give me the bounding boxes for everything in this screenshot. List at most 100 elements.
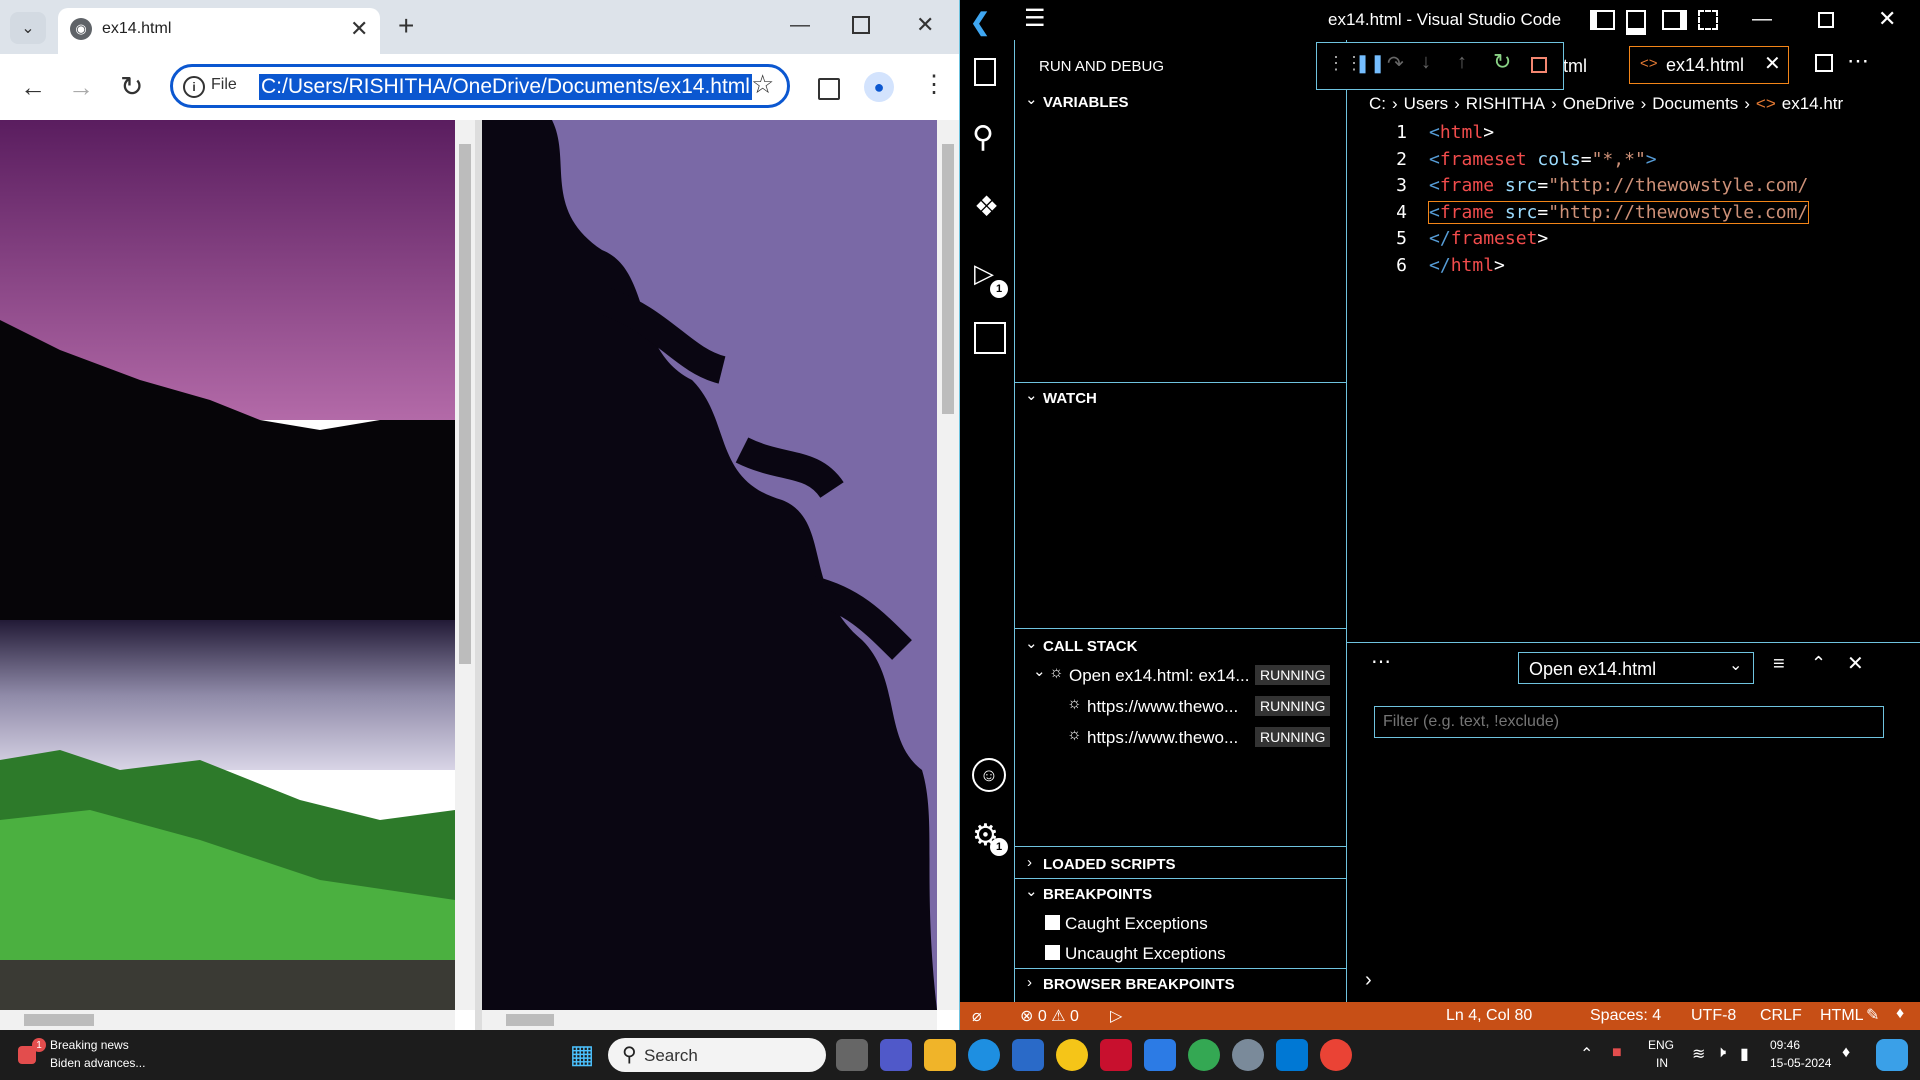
reload-button[interactable]: ↻	[120, 70, 143, 103]
step-out-icon[interactable]: ↑	[1457, 51, 1467, 74]
code-line[interactable]: 1 <html>	[1347, 122, 1920, 148]
bell-icon[interactable]: ♦	[1896, 1005, 1904, 1023]
frame-divider[interactable]	[475, 120, 482, 1030]
code-line[interactable]: 2 <frameset cols="*,*">	[1347, 149, 1920, 175]
clear-console-icon[interactable]: ≡	[1773, 653, 1785, 676]
tips-icon[interactable]	[1056, 1039, 1088, 1071]
breakpoint-item[interactable]: Caught Exceptions	[1015, 910, 1346, 936]
settings-app-icon[interactable]	[1232, 1039, 1264, 1071]
stop-icon[interactable]	[1531, 57, 1547, 73]
url-text[interactable]: C:/Users/RISHITHA/OneDrive/Documents/ex1…	[259, 74, 752, 100]
call-stack-item[interactable]: ☼ https://www.thewo... RUNNING	[1015, 724, 1346, 750]
star-icon[interactable]: ☆	[751, 69, 774, 100]
minimize-button[interactable]: —	[790, 14, 810, 37]
feedback-icon[interactable]: ✎	[1866, 1005, 1879, 1025]
close-icon[interactable]: ✕	[350, 16, 368, 42]
mcafee-wps-icon[interactable]	[1144, 1039, 1176, 1071]
breadcrumb-item[interactable]: Documents	[1652, 94, 1738, 113]
address-bar[interactable]: i File C:/Users/RISHITHA/OneDrive/Docume…	[170, 64, 790, 108]
toggle-secondary-sidebar-icon[interactable]	[1662, 10, 1687, 30]
explorer-icon[interactable]	[974, 58, 996, 86]
loaded-scripts-section-header[interactable]: › LOADED SCRIPTS	[1015, 852, 1346, 876]
close-window-button[interactable]: ✕	[916, 12, 934, 38]
browser-breakpoints-section-header[interactable]: › BROWSER BREAKPOINTS	[1015, 972, 1346, 996]
breadcrumb-item[interactable]: RISHITHA	[1466, 94, 1545, 113]
menu-kebab-icon[interactable]: ⋮	[922, 70, 946, 99]
cursor-position[interactable]: Ln 4, Col 80	[1446, 1007, 1532, 1025]
chevron-up-icon[interactable]: ⌃	[1811, 653, 1826, 674]
breakpoints-section-header[interactable]: ⌄ BREAKPOINTS	[1015, 882, 1346, 906]
right-frame-vertical-scrollbar[interactable]	[937, 120, 959, 1010]
code-line[interactable]: 3 <frame src="http://thewowstyle.com/	[1347, 175, 1920, 201]
checkbox[interactable]	[1045, 945, 1060, 960]
code-line[interactable]: 5 </frameset>	[1347, 228, 1920, 254]
breakpoint-item[interactable]: Uncaught Exceptions	[1015, 940, 1346, 966]
remote-icon[interactable]: ⌀	[972, 1006, 982, 1026]
tab-search-button[interactable]: ⌄	[10, 12, 46, 44]
filter-input[interactable]	[1374, 706, 1884, 738]
split-editor-icon[interactable]	[1815, 54, 1833, 72]
breadcrumb-item[interactable]: Users	[1404, 94, 1448, 113]
extensions-icon[interactable]	[974, 322, 1006, 354]
call-stack-item[interactable]: ⌄ ☼ Open ex14.html: ex14... RUNNING	[1015, 662, 1346, 688]
edge-icon[interactable]	[968, 1039, 1000, 1071]
chrome-taskbar-icon[interactable]	[1320, 1039, 1352, 1071]
search-icon[interactable]: ⚲	[972, 120, 994, 155]
accounts-icon[interactable]: ☺	[972, 758, 1006, 792]
watch-section-header[interactable]: ⌄ WATCH	[1015, 386, 1346, 410]
vscode-taskbar-icon[interactable]	[1276, 1039, 1308, 1071]
chevron-up-icon[interactable]: ⌃	[1580, 1044, 1593, 1064]
close-icon[interactable]: ✕	[1847, 651, 1864, 676]
hamburger-menu-icon[interactable]: ☰	[1024, 4, 1046, 33]
problems-status[interactable]: ⊗ 0 ⚠ 0	[1020, 1006, 1079, 1026]
new-tab-button[interactable]: +	[398, 10, 414, 42]
battery-icon[interactable]: ▮	[1740, 1044, 1749, 1064]
clock-time[interactable]: 09:46	[1770, 1038, 1800, 1052]
language-label[interactable]: ENG	[1648, 1038, 1674, 1052]
debug-session-select[interactable]: Open ex14.html ⌄	[1518, 652, 1754, 684]
tab-ex14[interactable]: ◉ ex14.html ✕	[58, 8, 380, 54]
close-window-button[interactable]: ✕	[1878, 6, 1896, 32]
tab-ex14-html[interactable]: <> ex14.html ✕	[1629, 46, 1789, 84]
step-into-icon[interactable]: ↓	[1421, 51, 1431, 74]
windows-start-icon[interactable]: ▦	[566, 1039, 598, 1071]
left-frame-vertical-scrollbar[interactable]	[455, 120, 475, 1010]
indentation-status[interactable]: Spaces: 4	[1590, 1007, 1661, 1025]
language-status[interactable]: HTML	[1820, 1007, 1864, 1025]
store-icon[interactable]	[1012, 1039, 1044, 1071]
restart-icon[interactable]: ↻	[1493, 49, 1511, 75]
file-explorer-icon[interactable]	[924, 1039, 956, 1071]
teams-icon[interactable]	[880, 1039, 912, 1071]
toggle-primary-sidebar-icon[interactable]	[1590, 10, 1615, 30]
copilot-icon[interactable]	[1876, 1039, 1908, 1071]
left-frame-horizontal-scrollbar[interactable]	[0, 1010, 455, 1030]
step-over-icon[interactable]: ↷	[1387, 51, 1404, 76]
right-frame-horizontal-scrollbar[interactable]	[482, 1010, 937, 1030]
checkbox[interactable]	[1045, 915, 1060, 930]
call-stack-item[interactable]: ☼ https://www.thewo... RUNNING	[1015, 693, 1346, 719]
wifi-icon[interactable]: ≋	[1692, 1044, 1705, 1064]
back-button[interactable]: ←	[20, 72, 46, 103]
taskbar-search[interactable]: ⚲ Search	[608, 1038, 826, 1072]
mcafee-icon[interactable]	[1100, 1039, 1132, 1071]
notification-bell-icon[interactable]: ♦	[1842, 1044, 1850, 1062]
clock-date[interactable]: 15-05-2024	[1770, 1056, 1831, 1070]
volume-icon[interactable]: 🕨	[1716, 1044, 1726, 1062]
toggle-panel-icon[interactable]	[1626, 10, 1646, 35]
source-control-icon[interactable]: ❖	[974, 190, 999, 223]
maximize-button[interactable]	[852, 16, 870, 34]
breadcrumb-item[interactable]: C:	[1369, 94, 1386, 113]
code-editor[interactable]: 1 <html> 2 <frameset cols="*,*"> 3 <frame src…	[1347, 122, 1920, 642]
debug-status-icon[interactable]: ▷	[1110, 1006, 1122, 1026]
forward-button[interactable]: →	[68, 72, 94, 103]
more-actions-icon[interactable]: ⋯	[1847, 48, 1869, 74]
chrome-profile-icon[interactable]	[1188, 1039, 1220, 1071]
maximize-button[interactable]	[1818, 12, 1834, 28]
code-line[interactable]: 6 </html>	[1347, 255, 1920, 281]
pause-icon[interactable]: ❚❚	[1355, 53, 1385, 74]
news-widget[interactable]: 1 Breaking news Biden advances...	[14, 1036, 164, 1076]
code-line[interactable]: 4 <frame src="http://thewowstyle.com/	[1347, 200, 1920, 228]
security-icon[interactable]: ■	[1612, 1044, 1622, 1062]
task-view-icon[interactable]	[836, 1039, 868, 1071]
breadcrumb-item[interactable]: OneDrive	[1563, 94, 1635, 113]
